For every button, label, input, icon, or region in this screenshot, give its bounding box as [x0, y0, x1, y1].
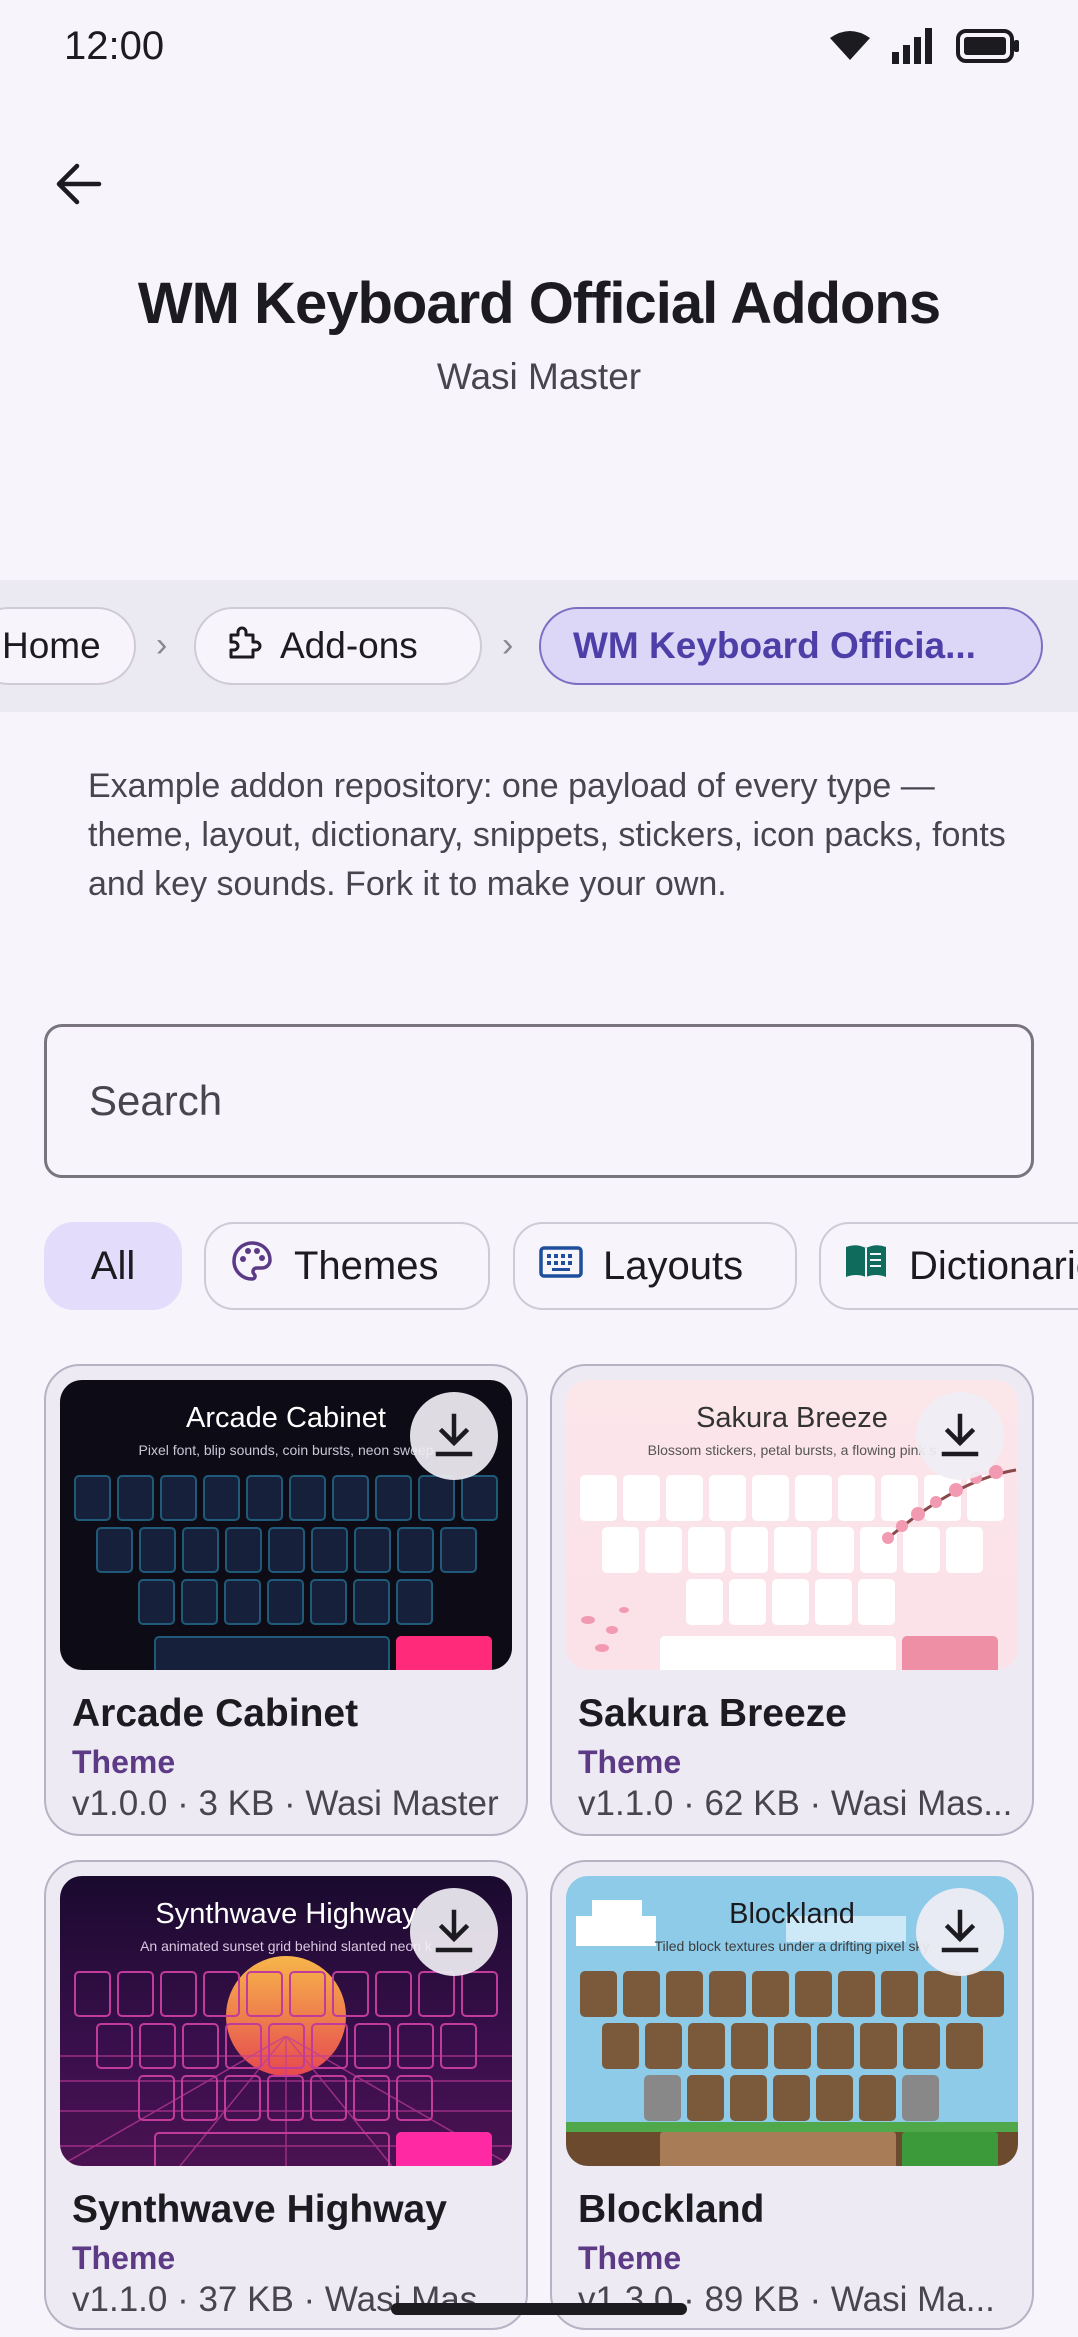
addon-preview-image: Synthwave Highway An animated sunset gri… [60, 1876, 512, 2166]
signal-icon [892, 28, 934, 69]
breadcrumb: Home › Add-ons › WM Keyboard Officia... [0, 580, 1078, 712]
page-subtitle: Wasi Master [436, 356, 642, 397]
status-bar: 12:00 [0, 0, 1078, 96]
breadcrumb-current[interactable]: WM Keyboard Officia... [539, 607, 1043, 685]
filter-chip-dictionaries[interactable]: Dictionaries [819, 1222, 1078, 1310]
petals-decoration [581, 1607, 629, 1652]
breadcrumb-label: Home [2, 625, 101, 666]
status-icons [830, 28, 1020, 69]
addon-name: Sakura Breeze [578, 1692, 847, 1735]
breadcrumb-label: Add-ons [280, 625, 418, 666]
addon-card[interactable]: Sakura Breeze Blossom stickers, petal bu… [550, 1364, 1034, 1836]
addon-name: Arcade Cabinet [72, 1692, 359, 1735]
preview-keys [96, 1527, 477, 1573]
download-icon [941, 1413, 979, 1457]
chip-label: All [90, 1243, 136, 1288]
preview-keys [74, 1475, 498, 1521]
addon-card[interactable]: Blockland Tiled block textures under a d… [550, 1860, 1034, 2330]
page-title: WM Keyboard Official Addons [137, 271, 941, 336]
preview-keys [644, 2075, 939, 2121]
search-input[interactable] [89, 1027, 989, 1175]
status-time: 12:00 [64, 24, 165, 68]
back-button[interactable] [44, 150, 112, 218]
download-icon [435, 1909, 473, 1953]
filter-chip-layouts[interactable]: Layouts [513, 1222, 797, 1310]
addon-meta: v1.0.0 · 3 KB · Wasi Master [72, 1784, 499, 1823]
puzzle-icon [224, 623, 262, 670]
arrow-back-icon [56, 163, 102, 205]
download-button[interactable] [916, 1392, 1004, 1480]
addon-preview-image: Blockland Tiled block textures under a d… [566, 1876, 1018, 2166]
keyboard-icon [539, 1244, 583, 1289]
addon-card[interactable]: Arcade Cabinet Pixel font, blip sounds, … [44, 1364, 528, 1836]
preview-keys [96, 2023, 477, 2069]
preview-keys [686, 1579, 895, 1625]
addon-type: Theme [578, 2240, 682, 2276]
addon-type: Theme [72, 1744, 176, 1780]
home-indicator[interactable] [391, 2303, 687, 2315]
filter-chip-all[interactable]: All [44, 1222, 182, 1310]
preview-keys [74, 1971, 498, 2017]
wifi-icon [830, 30, 870, 67]
chevron-right-icon: › [156, 626, 168, 664]
book-icon [843, 1242, 889, 1290]
preview-keys [580, 1971, 1004, 2017]
chip-label: Themes [294, 1243, 439, 1288]
preview-keys [602, 2023, 983, 2069]
download-button[interactable] [410, 1392, 498, 1480]
addon-name: Synthwave Highway [72, 2188, 447, 2231]
addon-type: Theme [72, 2240, 176, 2276]
download-button[interactable] [410, 1888, 498, 1976]
search-field[interactable] [44, 1024, 1034, 1178]
chevron-right-icon: › [502, 626, 514, 664]
addon-meta: v1.1.0 · 62 KB · Wasi Mas... [578, 1784, 1013, 1823]
filter-chip-themes[interactable]: Themes [204, 1222, 490, 1310]
addon-type: Theme [578, 1744, 682, 1780]
download-button[interactable] [916, 1888, 1004, 1976]
breadcrumb-addons[interactable]: Add-ons [194, 607, 482, 685]
filter-chips: All Themes Layouts Dictionaries [0, 1222, 1078, 1310]
preview-keys [138, 1579, 433, 1625]
addon-preview-image: Sakura Breeze Blossom stickers, petal bu… [566, 1380, 1018, 1670]
download-icon [435, 1413, 473, 1457]
repository-description: Example addon repository: one payload of… [88, 767, 1006, 903]
breadcrumb-label: WM Keyboard Officia... [573, 625, 976, 666]
preview-keys [138, 2075, 433, 2121]
breadcrumb-home[interactable]: Home [0, 607, 136, 685]
addon-card[interactable]: Synthwave Highway An animated sunset gri… [44, 1860, 528, 2330]
addon-preview-image: Arcade Cabinet Pixel font, blip sounds, … [60, 1380, 512, 1670]
chip-label: Dictionaries [909, 1243, 1078, 1288]
chip-label: Layouts [603, 1243, 744, 1288]
addon-name: Blockland [578, 2188, 765, 2231]
battery-icon [956, 29, 1020, 68]
palette-icon [230, 1239, 274, 1293]
download-icon [941, 1909, 979, 1953]
